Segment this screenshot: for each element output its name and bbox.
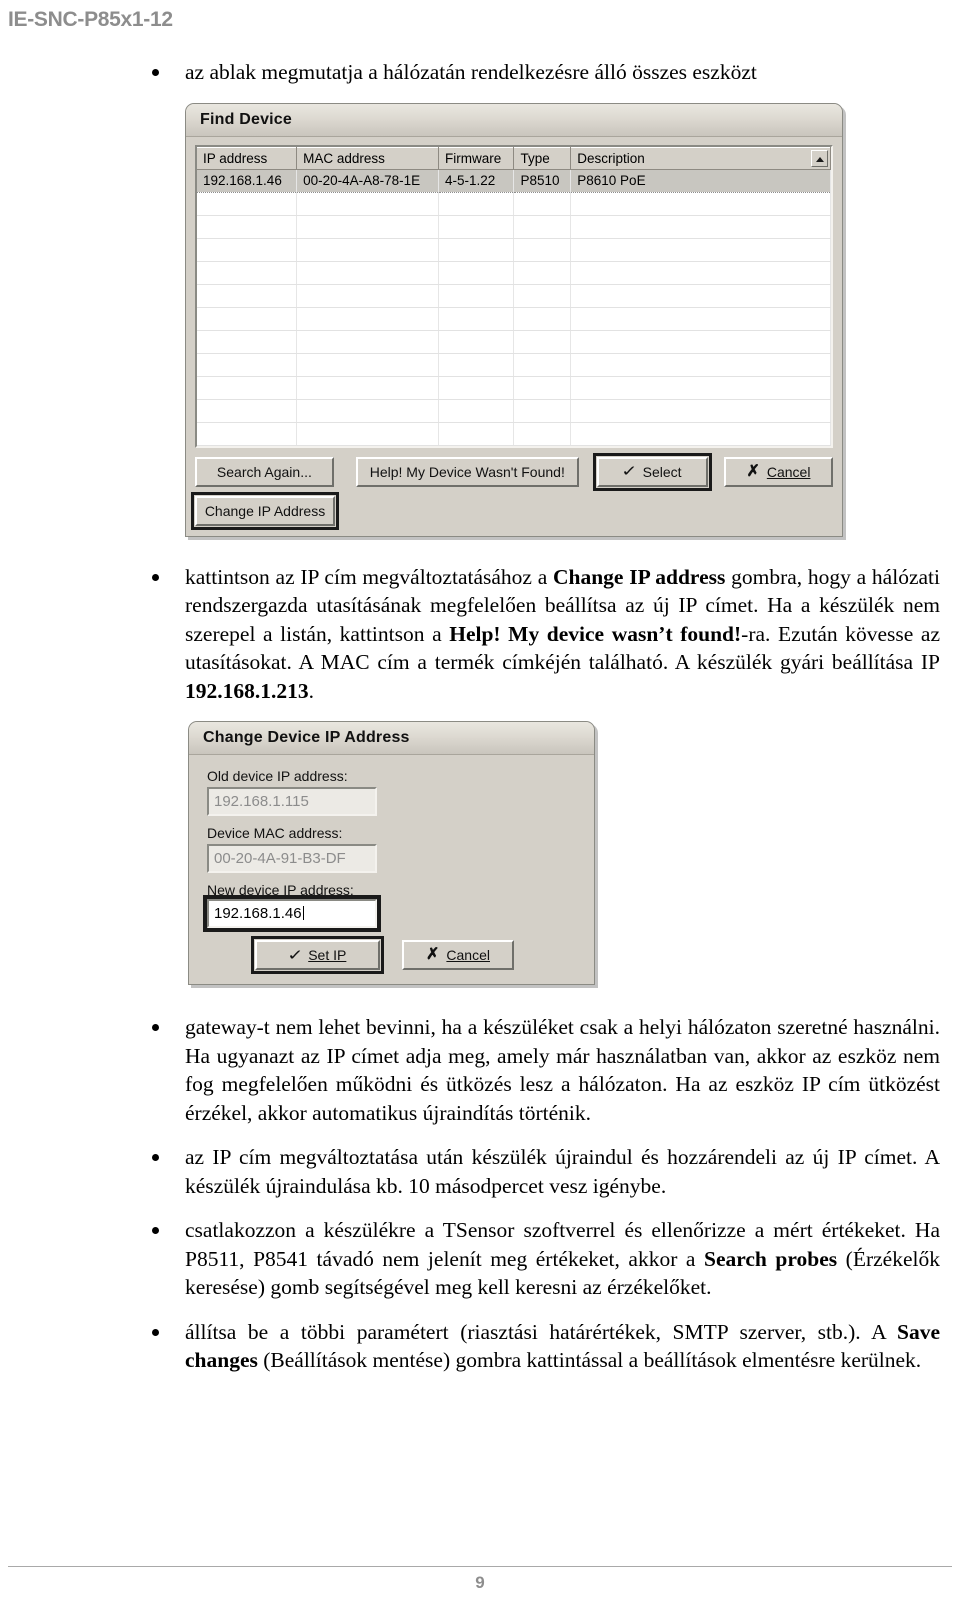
bullet-list-3: gateway-t nem lehet bevinni, ha a készül… <box>140 1013 940 1375</box>
table-row[interactable] <box>197 261 831 285</box>
change-ip-button-row: Change IP Address <box>191 491 833 530</box>
document-code-header: IE-SNC-P85x1-12 <box>8 8 173 31</box>
cross-icon: ✗ <box>426 946 440 963</box>
bullet-text-2-bold2: Help! My device wasn’t found! <box>449 621 742 646</box>
find-device-dialog-body: IP address MAC address Firmware Type Des… <box>186 137 842 536</box>
bullet-list-2: kattintson az IP cím megváltoztatásához … <box>140 563 940 706</box>
cell-type: P8510 <box>513 168 572 193</box>
table-row[interactable]: 192.168.1.46 00-20-4A-A8-78-1E 4-5-1.22 … <box>197 168 831 193</box>
new-ip-field-value: 192.168.1.46 <box>214 905 302 922</box>
page-footer: 9 <box>8 1566 952 1593</box>
table-row[interactable] <box>197 307 831 331</box>
old-ip-field: 192.168.1.115 <box>207 787 377 816</box>
column-header-firmware[interactable]: Firmware <box>438 146 515 170</box>
new-ip-label: New device IP address: <box>207 882 354 898</box>
table-row[interactable] <box>197 353 831 377</box>
old-ip-label: Old device IP address: <box>207 768 348 784</box>
help-device-not-found-button[interactable]: Help! My Device Wasn't Found! <box>355 456 579 487</box>
column-header-description-label: Description <box>577 150 645 166</box>
check-icon: ✓ <box>621 463 638 480</box>
bullet-text-2-bold1: Change IP address <box>552 564 726 589</box>
list-item: állítsa be a többi paramétert (riasztási… <box>140 1318 940 1375</box>
device-table: IP address MAC address Firmware Type Des… <box>197 146 831 446</box>
list-item: az ablak megmutatja a hálózatán rendelke… <box>140 58 940 87</box>
find-device-dialog: Find Device IP address MAC address Firmw… <box>185 102 843 537</box>
page-content: az ablak megmutatja a hálózatán rendelke… <box>140 58 940 1391</box>
change-ip-dialog-body: Old device IP address: 192.168.1.115 Dev… <box>189 755 594 984</box>
list-item: kattintson az IP cím megváltoztatásához … <box>140 563 940 706</box>
check-icon: ✓ <box>286 946 304 964</box>
device-mac-label: Device MAC address: <box>207 825 343 841</box>
bullet-text-5-bold1: Search probes <box>703 1246 838 1271</box>
device-mac-field: 00-20-4A-91-B3-DF <box>207 844 377 873</box>
select-button-label: Select <box>642 463 682 480</box>
new-ip-field-focus-ring: 192.168.1.46 <box>203 895 381 932</box>
change-device-ip-dialog: Change Device IP Address Old device IP a… <box>188 721 595 985</box>
cell-ip: 192.168.1.46 <box>197 168 298 193</box>
cancel-button[interactable]: ✗ Cancel <box>723 456 833 487</box>
scroll-up-arrow-icon[interactable] <box>811 149 828 167</box>
bullet-text-6-part1: állítsa be a többi paramétert (riasztási… <box>185 1319 897 1344</box>
set-ip-button-label: Set IP <box>308 947 347 963</box>
bullet-text-2-bold3: 192.168.1.213 <box>185 678 309 703</box>
bullet-list: az ablak megmutatja a hálózatán rendelke… <box>140 58 940 87</box>
list-item: az IP cím megváltoztatása után készülék … <box>140 1143 940 1200</box>
set-ip-button[interactable]: ✓ Set IP <box>251 936 384 974</box>
change-ip-dialog-title: Change Device IP Address <box>189 722 594 755</box>
table-row[interactable] <box>197 215 831 239</box>
search-again-button[interactable]: Search Again... <box>195 456 334 487</box>
column-header-description[interactable]: Description <box>570 146 831 170</box>
footer-divider <box>8 1566 952 1567</box>
change-ip-dialog-button-row: ✓ Set IP ✗ Cancel <box>201 936 582 974</box>
cross-icon: ✗ <box>746 462 760 480</box>
table-row[interactable] <box>197 376 831 400</box>
list-item: csatlakozzon a készülékre a TSensor szof… <box>140 1216 940 1302</box>
bullet-text-6-part2: (Beállítások mentése) gombra kattintássa… <box>257 1348 922 1372</box>
bullet-text-3: gateway-t nem lehet bevinni, ha a készül… <box>185 1015 940 1125</box>
table-row[interactable] <box>197 284 831 308</box>
page-number: 9 <box>475 1573 485 1592</box>
table-row[interactable] <box>197 399 831 423</box>
device-table-container[interactable]: IP address MAC address Firmware Type Des… <box>195 144 833 448</box>
find-device-dialog-title: Find Device <box>186 103 842 137</box>
device-table-head: IP address MAC address Firmware Type Des… <box>197 146 831 170</box>
bullet-text-2-part4: . <box>308 678 314 703</box>
cancel-button-label: Cancel <box>446 947 490 963</box>
change-ip-address-button[interactable]: Change IP Address <box>191 491 339 530</box>
table-row[interactable] <box>197 422 831 446</box>
table-row[interactable] <box>197 238 831 262</box>
column-header-mac[interactable]: MAC address <box>296 146 439 170</box>
text-caret <box>302 906 304 920</box>
list-item: gateway-t nem lehet bevinni, ha a készül… <box>140 1013 940 1127</box>
find-device-button-row: Search Again... Help! My Device Wasn't F… <box>195 452 833 491</box>
bullet-text-2-part1: kattintson az IP cím megváltoztatásához … <box>185 564 553 589</box>
cell-description: P8610 PoE <box>570 168 831 193</box>
table-header-row: IP address MAC address Firmware Type Des… <box>197 146 831 170</box>
new-ip-field[interactable]: 192.168.1.46 <box>207 899 377 928</box>
device-table-body: 192.168.1.46 00-20-4A-A8-78-1E 4-5-1.22 … <box>197 168 831 446</box>
cell-firmware: 4-5-1.22 <box>438 168 515 193</box>
table-row[interactable] <box>197 192 831 216</box>
cancel-button[interactable]: ✗ Cancel <box>402 940 514 970</box>
column-header-type[interactable]: Type <box>513 146 572 170</box>
bullet-text-1: az ablak megmutatja a hálózatán rendelke… <box>185 60 757 84</box>
cell-mac: 00-20-4A-A8-78-1E <box>296 168 439 193</box>
table-row[interactable] <box>197 330 831 354</box>
column-header-ip[interactable]: IP address <box>197 146 298 170</box>
select-button[interactable]: ✓ Select <box>592 452 712 491</box>
cancel-button-label: Cancel <box>766 463 811 480</box>
bullet-text-4: az IP cím megváltoztatása után készülék … <box>185 1145 940 1198</box>
